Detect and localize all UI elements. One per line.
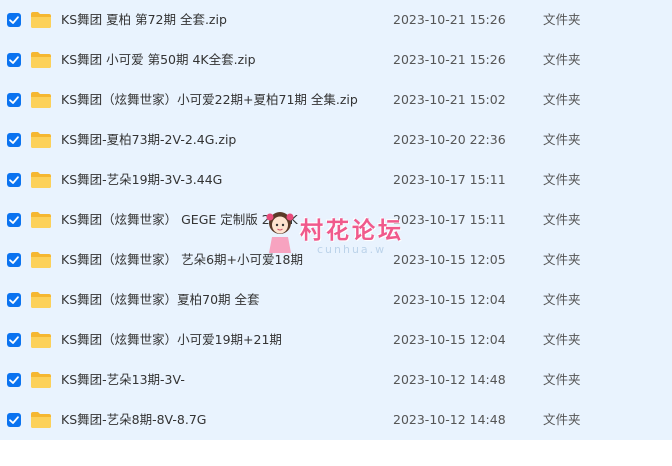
file-list: KS舞团 夏柏 第72期 全套.zip 2023-10-21 15:26 文件夹… (0, 0, 672, 466)
file-type: 文件夹 (543, 212, 581, 227)
file-modified-date: 2023-10-15 12:04 (393, 332, 506, 347)
folder-icon (30, 291, 52, 309)
checkmark-icon (9, 16, 19, 24)
folder-icon (30, 51, 52, 69)
row-checkbox[interactable] (7, 253, 21, 267)
file-type: 文件夹 (543, 52, 581, 67)
row-checkbox[interactable] (7, 93, 21, 107)
row-checkbox[interactable] (7, 373, 21, 387)
file-name[interactable]: KS舞团（炫舞世家）小可爱22期+夏柏71期 全集.zip (61, 80, 358, 120)
file-row[interactable]: KS舞团（炫舞世家）小可爱19期+21期 2023-10-15 12:04 文件… (0, 320, 672, 360)
checkmark-icon (9, 176, 19, 184)
file-type: 文件夹 (543, 372, 581, 387)
file-modified-date: 2023-10-17 15:11 (393, 212, 506, 227)
row-checkbox[interactable] (7, 133, 21, 147)
file-row[interactable]: KS舞团（炫舞世家）小可爱22期+夏柏71期 全集.zip 2023-10-21… (0, 80, 672, 120)
file-row[interactable]: KS舞团-艺朵19期-3V-3.44G 2023-10-17 15:11 文件夹 (0, 160, 672, 200)
file-type: 文件夹 (543, 412, 581, 427)
file-modified-date: 2023-10-21 15:26 (393, 52, 506, 67)
file-type: 文件夹 (543, 292, 581, 307)
file-type: 文件夹 (543, 92, 581, 107)
file-type: 文件夹 (543, 12, 581, 27)
file-name[interactable]: KS舞团（炫舞世家） 艺朵6期+小可爱18期 (61, 240, 303, 280)
file-name[interactable]: KS舞团-夏柏73期-2V-2.4G.zip (61, 120, 236, 160)
file-row[interactable]: KS舞团（炫舞世家）夏柏70期 全套 2023-10-15 12:04 文件夹 (0, 280, 672, 320)
file-modified-date: 2023-10-12 14:48 (393, 372, 506, 387)
folder-icon (30, 131, 52, 149)
folder-icon (30, 371, 52, 389)
checkmark-icon (9, 136, 19, 144)
file-modified-date: 2023-10-20 22:36 (393, 132, 506, 147)
file-row[interactable]: KS舞团 小可爱 第50期 4K全套.zip 2023-10-21 15:26 … (0, 40, 672, 80)
file-name[interactable]: KS舞团-艺朵13期-3V- (61, 360, 185, 400)
file-type: 文件夹 (543, 332, 581, 347)
file-name[interactable]: KS舞团-艺朵8期-8V-8.7G (61, 400, 206, 440)
checkmark-icon (9, 336, 19, 344)
checkmark-icon (9, 216, 19, 224)
checkmark-icon (9, 56, 19, 64)
file-modified-date: 2023-10-21 15:02 (393, 92, 506, 107)
row-checkbox[interactable] (7, 173, 21, 187)
checkmark-icon (9, 296, 19, 304)
file-name[interactable]: KS舞团（炫舞世家） GEGE 定制版 24.4K (61, 200, 298, 240)
file-row[interactable]: KS舞团-夏柏73期-2V-2.4G.zip 2023-10-20 22:36 … (0, 120, 672, 160)
file-name[interactable]: KS舞团（炫舞世家）夏柏70期 全套 (61, 280, 260, 320)
row-checkbox[interactable] (7, 413, 21, 427)
file-modified-date: 2023-10-15 12:05 (393, 252, 506, 267)
file-row[interactable]: KS舞团（炫舞世家） GEGE 定制版 24.4K 2023-10-17 15:… (0, 200, 672, 240)
file-modified-date: 2023-10-17 15:11 (393, 172, 506, 187)
row-checkbox[interactable] (7, 333, 21, 347)
checkmark-icon (9, 256, 19, 264)
folder-icon (30, 91, 52, 109)
folder-icon (30, 251, 52, 269)
checkmark-icon (9, 376, 19, 384)
checkmark-icon (9, 96, 19, 104)
checkmark-icon (9, 416, 19, 424)
file-name[interactable]: KS舞团-艺朵19期-3V-3.44G (61, 160, 222, 200)
file-name[interactable]: KS舞团（炫舞世家）小可爱19期+21期 (61, 320, 282, 360)
row-checkbox[interactable] (7, 53, 21, 67)
row-checkbox[interactable] (7, 213, 21, 227)
folder-icon (30, 411, 52, 429)
row-checkbox[interactable] (7, 13, 21, 27)
file-row[interactable]: KS舞团 夏柏 第72期 全套.zip 2023-10-21 15:26 文件夹 (0, 0, 672, 40)
file-modified-date: 2023-10-15 12:04 (393, 292, 506, 307)
folder-icon (30, 11, 52, 29)
file-type: 文件夹 (543, 172, 581, 187)
folder-icon (30, 331, 52, 349)
file-modified-date: 2023-10-12 14:48 (393, 412, 506, 427)
file-name[interactable]: KS舞团 小可爱 第50期 4K全套.zip (61, 40, 256, 80)
row-checkbox[interactable] (7, 293, 21, 307)
file-type: 文件夹 (543, 252, 581, 267)
folder-icon (30, 171, 52, 189)
folder-icon (30, 211, 52, 229)
file-name[interactable]: KS舞团 夏柏 第72期 全套.zip (61, 0, 227, 40)
file-row[interactable]: KS舞团-艺朵8期-8V-8.7G 2023-10-12 14:48 文件夹 (0, 400, 672, 440)
file-row[interactable]: KS舞团（炫舞世家） 艺朵6期+小可爱18期 2023-10-15 12:05 … (0, 240, 672, 280)
file-modified-date: 2023-10-21 15:26 (393, 12, 506, 27)
file-row[interactable]: KS舞团-艺朵13期-3V- 2023-10-12 14:48 文件夹 (0, 360, 672, 400)
file-type: 文件夹 (543, 132, 581, 147)
